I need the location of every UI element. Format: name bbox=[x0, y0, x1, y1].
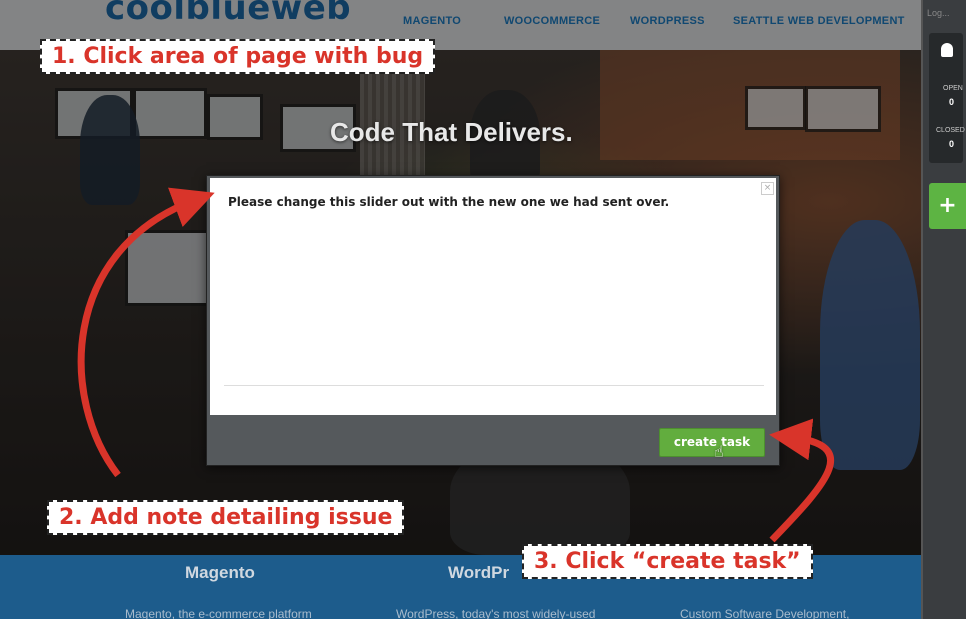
callout-step-3: 3. Click “create task” bbox=[522, 544, 813, 579]
callout-step-2: 2. Add note detailing issue bbox=[47, 500, 405, 535]
arrow-to-create-button bbox=[769, 418, 835, 543]
callout-step-1: 1. Click area of page with bug bbox=[40, 39, 436, 74]
arrow-to-note bbox=[77, 187, 215, 478]
